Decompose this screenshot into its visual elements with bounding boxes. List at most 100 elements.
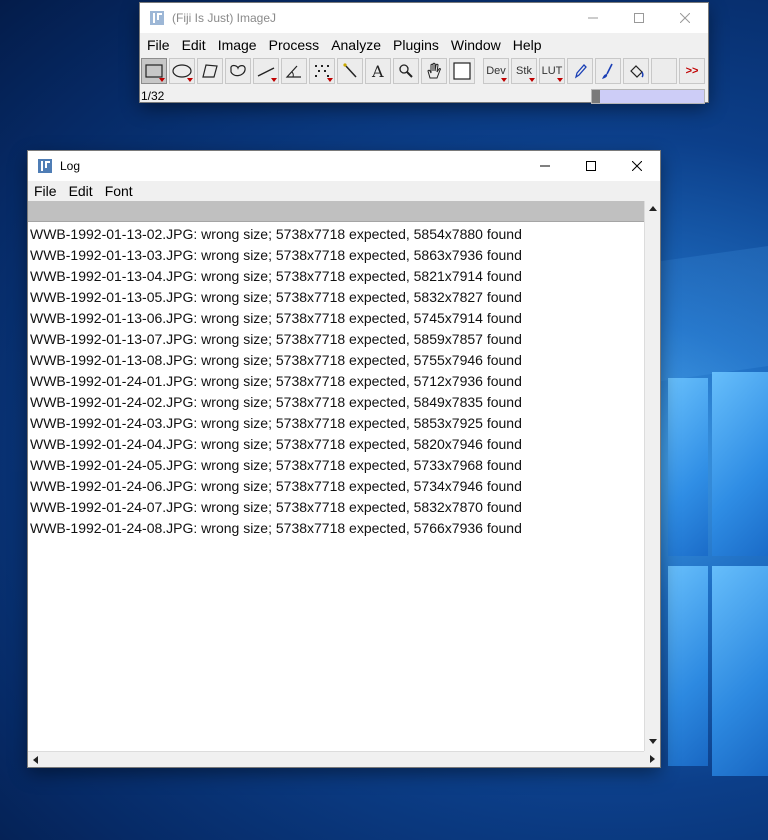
- color-picker-tool[interactable]: [449, 58, 475, 84]
- scroll-track[interactable]: [43, 752, 644, 767]
- lut-label: LUT: [541, 65, 563, 77]
- log-lines: WWB-1992-01-13-02.JPG: wrong size; 5738x…: [28, 222, 644, 539]
- pencil-tool[interactable]: [567, 58, 593, 84]
- log-menu-edit[interactable]: Edit: [63, 183, 99, 199]
- scroll-down-button[interactable]: [645, 734, 660, 749]
- log-text-area[interactable]: WWB-1992-01-13-02.JPG: wrong size; 5738x…: [28, 201, 644, 751]
- log-line: WWB-1992-01-24-03.JPG: wrong size; 5738x…: [30, 415, 522, 431]
- fiji-app-icon: [149, 10, 165, 26]
- freehand-tool[interactable]: [225, 58, 251, 84]
- menu-plugins[interactable]: Plugins: [387, 37, 445, 53]
- empty-tool-slot[interactable]: [651, 58, 677, 84]
- menu-process[interactable]: Process: [263, 37, 326, 53]
- log-line: WWB-1992-01-24-05.JPG: wrong size; 5738x…: [30, 457, 522, 473]
- rectangle-tool[interactable]: [141, 58, 167, 84]
- line-tool[interactable]: [253, 58, 279, 84]
- log-line: WWB-1992-01-13-02.JPG: wrong size; 5738x…: [30, 226, 522, 242]
- minimize-icon: [588, 17, 598, 19]
- zoom-tool[interactable]: [393, 58, 419, 84]
- angle-tool[interactable]: [281, 58, 307, 84]
- text-icon: A: [371, 62, 384, 80]
- maximize-icon: [634, 13, 644, 23]
- multipoint-icon: [315, 65, 329, 77]
- log-line: WWB-1992-01-24-07.JPG: wrong size; 5738x…: [30, 499, 522, 515]
- close-icon: [680, 13, 690, 23]
- imagej-window: (Fiji Is Just) ImageJ File Edit Image Pr…: [140, 3, 708, 104]
- windows-logo-pane: [668, 378, 708, 556]
- imagej-statusbar: 1/32: [140, 86, 708, 106]
- log-maximize-button[interactable]: [568, 151, 614, 181]
- log-line: WWB-1992-01-13-05.JPG: wrong size; 5738x…: [30, 289, 522, 305]
- color-picker-icon: [453, 62, 471, 80]
- arrow-right-icon: [649, 755, 655, 763]
- log-line: WWB-1992-01-13-04.JPG: wrong size; 5738x…: [30, 268, 522, 284]
- paint-bucket-icon: [630, 65, 644, 78]
- arrow-down-icon: [648, 739, 657, 744]
- point-tool[interactable]: [309, 58, 335, 84]
- dev-menu-tool[interactable]: Dev: [483, 58, 509, 84]
- vertical-scrollbar[interactable]: [644, 201, 660, 751]
- svg-text:A: A: [371, 62, 384, 80]
- log-titlebar[interactable]: Log: [28, 151, 660, 181]
- log-menubar: File Edit Font: [28, 181, 660, 201]
- windows-logo-pane: [712, 566, 768, 776]
- scroll-up-button[interactable]: [645, 201, 660, 216]
- scroll-track[interactable]: [645, 216, 660, 734]
- stack-menu-tool[interactable]: Stk: [511, 58, 537, 84]
- imagej-toolbar: A Dev Stk LUT >>: [140, 56, 708, 86]
- log-line: WWB-1992-01-13-06.JPG: wrong size; 5738x…: [30, 310, 522, 326]
- menu-file[interactable]: File: [141, 37, 176, 53]
- log-line: WWB-1992-01-13-03.JPG: wrong size; 5738x…: [30, 247, 522, 263]
- windows-logo-pane: [712, 372, 768, 556]
- close-button[interactable]: [662, 3, 708, 33]
- menu-analyze[interactable]: Analyze: [325, 37, 387, 53]
- menu-image[interactable]: Image: [212, 37, 263, 53]
- brush-tool[interactable]: [595, 58, 621, 84]
- freehand-icon: [230, 64, 246, 77]
- scroll-right-button[interactable]: [644, 751, 660, 767]
- polygon-icon: [202, 64, 218, 78]
- scroll-left-button[interactable]: [28, 752, 43, 767]
- log-line: WWB-1992-01-24-02.JPG: wrong size; 5738x…: [30, 394, 522, 410]
- imagej-menubar: File Edit Image Process Analyze Plugins …: [140, 33, 708, 56]
- line-icon: [257, 67, 275, 77]
- log-title: Log: [60, 159, 81, 173]
- more-tools-label: >>: [685, 65, 699, 77]
- log-close-button[interactable]: [614, 151, 660, 181]
- horizontal-scrollbar[interactable]: [28, 751, 644, 767]
- rectangle-icon: [145, 64, 163, 78]
- log-line: WWB-1992-01-24-01.JPG: wrong size; 5738x…: [30, 373, 522, 389]
- hand-icon: [427, 62, 441, 79]
- pencil-icon: [574, 64, 587, 79]
- close-icon: [632, 161, 642, 171]
- lut-menu-tool[interactable]: LUT: [539, 58, 565, 84]
- log-line: WWB-1992-01-13-07.JPG: wrong size; 5738x…: [30, 331, 522, 347]
- log-line: WWB-1992-01-24-04.JPG: wrong size; 5738x…: [30, 436, 522, 452]
- minimize-icon: [540, 165, 550, 167]
- text-tool[interactable]: A: [365, 58, 391, 84]
- log-line: WWB-1992-01-24-08.JPG: wrong size; 5738x…: [30, 520, 522, 536]
- more-tools-button[interactable]: >>: [679, 58, 705, 84]
- maximize-icon: [586, 161, 596, 171]
- progress-fill: [592, 90, 600, 103]
- status-text: 1/32: [141, 89, 165, 103]
- arrow-left-icon: [33, 755, 38, 764]
- imagej-titlebar[interactable]: (Fiji Is Just) ImageJ: [140, 3, 708, 33]
- log-menu-font[interactable]: Font: [99, 183, 139, 199]
- oval-icon: [172, 64, 192, 78]
- log-minimize-button[interactable]: [522, 151, 568, 181]
- wand-tool[interactable]: [337, 58, 363, 84]
- maximize-button[interactable]: [616, 3, 662, 33]
- minimize-button[interactable]: [570, 3, 616, 33]
- log-line: WWB-1992-01-24-06.JPG: wrong size; 5738x…: [30, 478, 522, 494]
- log-menu-file[interactable]: File: [28, 183, 63, 199]
- menu-window[interactable]: Window: [445, 37, 507, 53]
- hand-tool[interactable]: [421, 58, 447, 84]
- stk-label: Stk: [516, 65, 532, 77]
- magnifier-icon: [399, 64, 413, 78]
- oval-tool[interactable]: [169, 58, 195, 84]
- menu-help[interactable]: Help: [507, 37, 548, 53]
- flood-fill-tool[interactable]: [623, 58, 649, 84]
- polygon-tool[interactable]: [197, 58, 223, 84]
- menu-edit[interactable]: Edit: [176, 37, 212, 53]
